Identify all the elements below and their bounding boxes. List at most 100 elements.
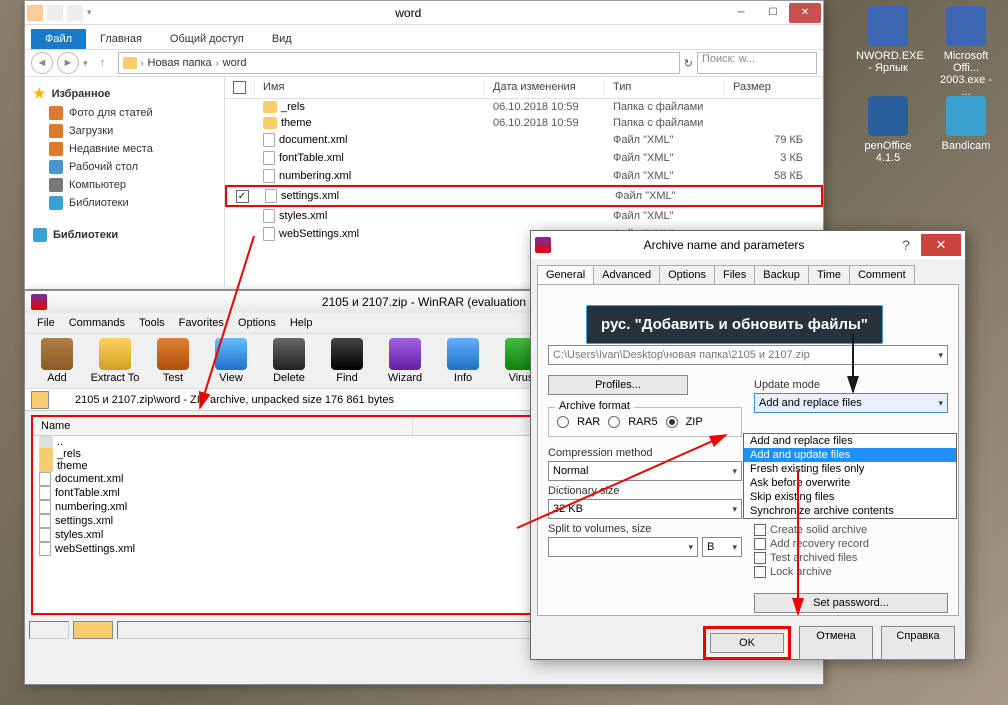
menu-item[interactable]: Tools <box>133 315 171 331</box>
toolbar-add[interactable]: Add <box>29 336 85 386</box>
file-row[interactable]: _rels 06.10.2018 10:59 Папка с файлами <box>225 99 823 115</box>
desktop-icon-openoffice[interactable]: penOffice 4.1.5 <box>856 96 920 164</box>
tab-comment[interactable]: Comment <box>849 265 915 284</box>
help-button[interactable]: Справка <box>881 626 955 660</box>
dropdown-item[interactable]: Add and update files <box>744 448 956 462</box>
dropdown-item[interactable]: Skip existing files <box>744 490 956 504</box>
toolbar-wizard[interactable]: Wizard <box>377 336 433 386</box>
opt-solid[interactable]: Create solid archive <box>754 523 948 537</box>
compression-label: Compression method <box>548 447 742 459</box>
file-row[interactable]: theme 06.10.2018 10:59 Папка с файлами <box>225 115 823 131</box>
tab-backup[interactable]: Backup <box>754 265 809 284</box>
ok-button[interactable]: OK <box>710 633 784 653</box>
dropdown-item[interactable]: Add and replace files <box>744 434 956 448</box>
toolbar-extract-to[interactable]: Extract To <box>87 336 143 386</box>
explorer-titlebar[interactable]: ▾ word ─ ☐ ✕ <box>25 1 823 25</box>
set-password-button[interactable]: Set password... <box>754 593 948 613</box>
qat-icon[interactable] <box>67 5 83 21</box>
update-mode-combo[interactable]: Add and replace files▾ <box>754 393 948 413</box>
help-button[interactable]: ? <box>891 237 921 253</box>
col-name[interactable]: Name <box>33 417 413 435</box>
split-label: Split to volumes, size <box>548 523 742 535</box>
file-row[interactable]: numbering.xml Файл "XML" 58 КБ <box>225 167 823 185</box>
minimize-button[interactable]: ─ <box>725 3 757 23</box>
file-name: document.xml <box>55 473 123 485</box>
tab-time[interactable]: Time <box>808 265 850 284</box>
dropdown-item[interactable]: Ask before overwrite <box>744 476 956 490</box>
opt-test[interactable]: Test archived files <box>754 551 948 565</box>
sidebar-item[interactable]: Загрузки <box>33 122 216 140</box>
desktop-icon-nword[interactable]: NWORD.EXE - Ярлык <box>856 6 920 74</box>
search-input[interactable]: Поиск: w... <box>697 52 817 74</box>
tab-share[interactable]: Общий доступ <box>156 29 258 49</box>
menu-item[interactable]: Favorites <box>173 315 230 331</box>
path-text: 2105 и 2107.zip\word - ZIP archive, unpa… <box>75 394 394 406</box>
file-row[interactable]: fontTable.xml Файл "XML" 3 КБ <box>225 149 823 167</box>
qat-icon[interactable] <box>47 5 63 21</box>
file-name: settings.xml <box>55 515 113 527</box>
sidebar-item[interactable]: Компьютер <box>33 176 216 194</box>
sidebar-item[interactable]: Фото для статей <box>33 104 216 122</box>
file-date <box>485 175 605 177</box>
toolbar-test[interactable]: Test <box>145 336 201 386</box>
opt-recovery[interactable]: Add recovery record <box>754 537 948 551</box>
tab-home[interactable]: Главная <box>86 29 156 49</box>
menu-item[interactable]: Options <box>232 315 282 331</box>
toolbar-delete[interactable]: Delete <box>261 336 317 386</box>
menu-item[interactable]: File <box>31 315 61 331</box>
up-icon[interactable] <box>31 391 49 409</box>
toolbar-view[interactable]: View <box>203 336 259 386</box>
tab-general[interactable]: General <box>537 265 594 284</box>
desktop-icon-msoffice[interactable]: Microsoft Offi... 2003.exe - ... <box>934 6 998 98</box>
radio-rar5[interactable] <box>608 416 620 428</box>
file-row[interactable]: styles.xml Файл "XML" <box>225 207 823 225</box>
dict-combo[interactable]: 32 KB▾ <box>548 499 742 519</box>
maximize-button[interactable]: ☐ <box>757 3 789 23</box>
breadcrumb[interactable]: › Новая папка › word <box>118 52 680 74</box>
forward-button[interactable]: ► <box>57 52 79 74</box>
radio-zip[interactable] <box>666 416 678 428</box>
file-icon <box>39 500 51 514</box>
toolbar-info[interactable]: Info <box>435 336 491 386</box>
col-date[interactable]: Дата изменения <box>485 77 605 98</box>
toolbar-find[interactable]: Find <box>319 336 375 386</box>
desktop-icon-bandicam[interactable]: Bandicam <box>934 96 998 152</box>
file-row[interactable]: document.xml Файл "XML" 79 КБ <box>225 131 823 149</box>
toolbar-label: Wizard <box>388 372 422 384</box>
col-check[interactable] <box>225 77 255 98</box>
dropdown-item[interactable]: Fresh existing files only <box>744 462 956 476</box>
tab-files[interactable]: Files <box>714 265 755 284</box>
close-button[interactable]: ✕ <box>789 3 821 23</box>
tab-advanced[interactable]: Advanced <box>593 265 660 284</box>
tab-view[interactable]: Вид <box>258 29 306 49</box>
archive-name-field[interactable]: C:\Users\Ivan\Desktop\новая папка\2105 и… <box>548 345 948 365</box>
radio-rar[interactable] <box>557 416 569 428</box>
sidebar-item[interactable]: Рабочий стол <box>33 158 216 176</box>
tab-options[interactable]: Options <box>659 265 715 284</box>
opt-lock[interactable]: Lock archive <box>754 565 948 579</box>
checkbox-icon[interactable]: ✓ <box>236 190 249 203</box>
col-type[interactable]: Тип <box>605 77 725 98</box>
split-size-combo[interactable]: ▾ <box>548 537 698 557</box>
cancel-button[interactable]: Отмена <box>799 626 873 660</box>
menu-item[interactable]: Help <box>284 315 319 331</box>
split-unit-combo[interactable]: B▾ <box>702 537 742 557</box>
sidebar-favorites[interactable]: ★Избранное <box>33 83 216 104</box>
file-row[interactable]: ✓ settings.xml Файл "XML" <box>225 185 823 207</box>
close-button[interactable]: ✕ <box>921 234 961 256</box>
sidebar-libraries[interactable]: Библиотеки <box>33 226 216 244</box>
sidebar-item[interactable]: Недавние места <box>33 140 216 158</box>
dialog-titlebar[interactable]: Archive name and parameters ? ✕ <box>531 231 965 259</box>
compression-combo[interactable]: Normal▾ <box>548 461 742 481</box>
breadcrumb-seg[interactable]: word <box>223 57 247 69</box>
breadcrumb-seg[interactable]: Новая папка <box>148 57 212 69</box>
back-button[interactable]: ◄ <box>31 52 53 74</box>
col-size[interactable]: Размер <box>725 77 823 98</box>
col-name[interactable]: Имя <box>255 77 485 98</box>
dropdown-item[interactable]: Synchronize archive contents <box>744 504 956 518</box>
tab-file[interactable]: Файл <box>31 29 86 49</box>
up-button[interactable]: ↑ <box>92 52 114 74</box>
menu-item[interactable]: Commands <box>63 315 131 331</box>
sidebar-item[interactable]: Библиотеки <box>33 194 216 212</box>
profiles-button[interactable]: Profiles... <box>548 375 688 395</box>
